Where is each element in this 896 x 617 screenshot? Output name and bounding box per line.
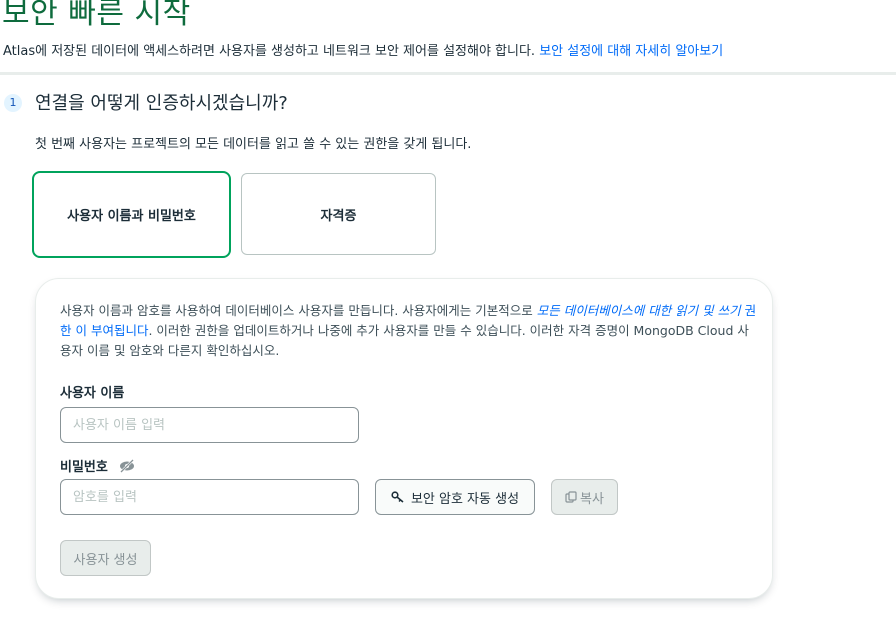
read-write-privilege-text: 모든 데이터베이스에 대한 읽기 및 쓰기 (536, 303, 741, 318)
auth-option-label: 자격증 (320, 208, 357, 224)
eye-slash-icon[interactable] (118, 458, 136, 477)
password-label-row: 비밀번호 (60, 456, 136, 477)
user-creation-card: 사용자 이름과 암호를 사용하여 데이터베이스 사용자를 만듭니다. 사용자에게… (35, 278, 773, 599)
auth-option-username-password[interactable]: 사용자 이름과 비밀번호 (32, 171, 231, 258)
step-title: 연결을 어떻게 인증하시겠습니까? (35, 93, 288, 114)
copy-icon (565, 490, 578, 504)
copy-label: 복사 (580, 491, 604, 507)
create-user-button[interactable]: 사용자 생성 (60, 540, 151, 576)
username-label: 사용자 이름 (60, 386, 125, 401)
copy-button[interactable]: 복사 (551, 479, 618, 515)
password-label: 비밀번호 (60, 460, 108, 475)
step-description: 첫 번째 사용자는 프로젝트의 모든 데이터를 읽고 쓸 수 있는 권한을 갖게… (35, 137, 472, 152)
form-description-text-cont: . 이러한 권한을 업데이트하거나 나중에 추가 사용자를 만들 수 있습니다.… (60, 323, 749, 358)
learn-more-link[interactable]: 보안 설정에 대해 자세히 알아보기 (539, 44, 723, 59)
auth-option-certificate[interactable]: 자격증 (241, 173, 436, 255)
username-input[interactable] (60, 407, 359, 443)
password-input[interactable] (60, 479, 359, 515)
section-divider (0, 72, 896, 75)
auth-option-label: 사용자 이름과 비밀번호 (67, 209, 196, 224)
key-icon (391, 491, 405, 503)
form-description: 사용자 이름과 암호를 사용하여 데이터베이스 사용자를 만듭니다. 사용자에게… (60, 301, 760, 361)
intro-description: Atlas에 저장된 데이터에 액세스하려면 사용자를 생성하고 네트워크 보안… (3, 44, 540, 59)
autogenerate-password-label: 보안 암호 자동 생성 (410, 491, 520, 507)
form-description-text: 사용자 이름과 암호를 사용하여 데이터베이스 사용자를 만듭니다. 사용자에게… (60, 303, 537, 318)
intro-text: Atlas에 저장된 데이터에 액세스하려면 사용자를 생성하고 네트워크 보안… (3, 43, 723, 61)
create-user-label: 사용자 생성 (73, 552, 138, 568)
page-title: 보안 빠른 시작 (2, 0, 191, 31)
step-number-badge: 1 (4, 94, 22, 112)
autogenerate-password-button[interactable]: 보안 암호 자동 생성 (375, 479, 535, 515)
